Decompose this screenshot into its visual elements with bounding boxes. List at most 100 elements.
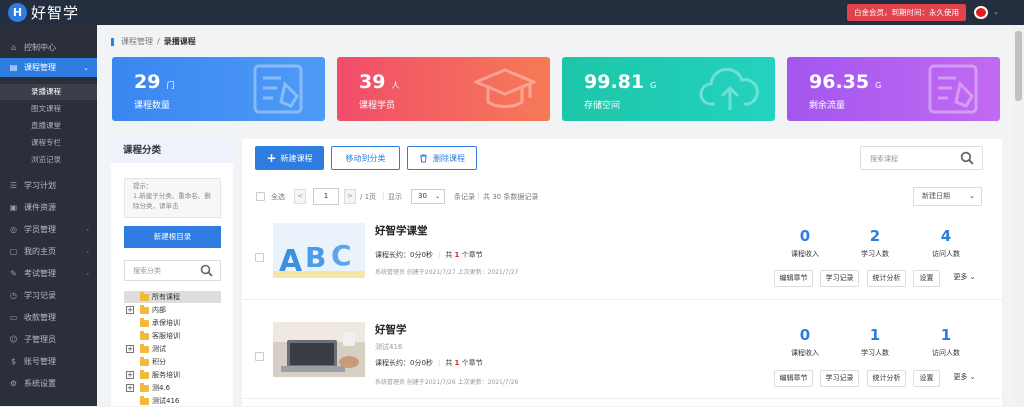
subnav-live[interactable]: 直播课堂 [0, 118, 97, 134]
course-thumbnail[interactable]: A B C [273, 223, 365, 278]
flag-icon [976, 8, 986, 17]
course-search-input[interactable]: 搜索课程 [860, 146, 983, 170]
total-records: 共 30 条数据记录 [483, 193, 539, 201]
page-input[interactable]: 1 [313, 188, 339, 205]
tree-node[interactable]: 承保培训 [124, 317, 221, 329]
subnav-history[interactable]: 浏览记录 [0, 152, 97, 168]
settings-icon: ⚙ [9, 379, 18, 388]
account-icon: $ [10, 357, 17, 366]
sidebar-item-payments[interactable]: ▭ 收款管理 [0, 308, 97, 327]
prev-page-button[interactable]: < [294, 189, 306, 204]
sidebar-item-label: 考试管理 [24, 269, 56, 278]
sidebar-item-label: 子管理员 [24, 335, 56, 344]
row-checkbox[interactable] [255, 253, 264, 262]
membership-badge[interactable]: 白金会员，到期时间：永久使用 [847, 4, 966, 21]
expand-icon[interactable]: + [126, 371, 134, 379]
more-button[interactable]: 更多 ⌄ [947, 270, 982, 287]
scrollbar-thumb[interactable] [1015, 31, 1022, 101]
move-category-button[interactable]: 移动到分类 [331, 146, 400, 170]
sidebar: ⌂ 控制中心 ▤ 课程管理 ⌄ 录播课程 图文课程 直播课堂 课程专栏 浏览记录 ☰ 学… [0, 25, 97, 406]
tip-body: 1.新建子分类、重命名、删除分类，请单击 [133, 192, 211, 210]
sidebar-item-records[interactable]: ◷ 学习记录 [0, 286, 97, 305]
edit-chapters-button[interactable]: 编辑章节 [774, 370, 813, 387]
tree-node-label: 测试 [152, 345, 166, 353]
course-info: 系统管理员 创建于2021/7/27 上次更新：2021/7/27 [375, 269, 519, 276]
stat-unit: 人 [391, 81, 400, 90]
course-row[interactable]: 好智学 测试416 课程长约：0分0秒 | 共 1 个章节 系统管理员 创建于202… [242, 319, 1002, 399]
stat-card-storage: 99.81 G 存储空间 [562, 57, 775, 121]
edit-chapters-button[interactable]: 编辑章节 [774, 270, 813, 287]
tree-node[interactable]: 测试416 [124, 395, 221, 407]
course-title[interactable]: 好智学课堂 [375, 223, 428, 238]
sidebar-item-resources[interactable]: ▣ 课件资源 [0, 198, 97, 217]
metric-learners: 1 学习人数 [845, 326, 905, 358]
course-row[interactable]: A B C 好智学课堂 课程长约：0分0秒 | 共 1 个章节 系统管理员 创建于2… [242, 220, 1002, 300]
course-thumbnail[interactable] [273, 322, 365, 377]
expand-icon[interactable]: + [126, 306, 134, 314]
new-root-dir-button[interactable]: 新建根目录 [124, 226, 221, 248]
folder-icon [140, 357, 149, 366]
tree-node[interactable]: + 内部 [124, 304, 221, 316]
stat-value: 99.81 [584, 71, 645, 93]
sidebar-item-exams[interactable]: ✎ 考试管理 ‹ [0, 264, 97, 283]
stat-unit: G [875, 81, 882, 90]
course-title[interactable]: 好智学 [375, 322, 407, 337]
course-list-panel: + 新建课程 移动到分类 删除课程 搜索课程 全选 < 1 > / 1页 | 显示… [242, 139, 1002, 406]
sidebar-item-plan[interactable]: ☰ 学习计划 [0, 176, 97, 195]
logo[interactable]: H 好智学 [8, 3, 79, 22]
chevron-down-icon: ⌄ [969, 373, 976, 381]
tree-node[interactable]: + 测试 [124, 343, 221, 355]
search-icon[interactable] [200, 264, 213, 277]
expand-icon[interactable]: + [126, 384, 134, 392]
abc-blocks-image: A B C [273, 223, 365, 278]
sidebar-item-dashboard[interactable]: ⌂ 控制中心 [0, 38, 97, 57]
statistics-button[interactable]: 统计分析 [867, 270, 906, 287]
sidebar-item-subadmins[interactable]: ☺ 子管理员 [0, 330, 97, 349]
breadcrumb-separator: / [157, 37, 160, 46]
statistics-button[interactable]: 统计分析 [867, 370, 906, 387]
sort-select[interactable]: 新建日期 ⌄ [913, 187, 982, 206]
page-size-select[interactable]: 30 ⌄ [411, 189, 445, 204]
tree-node[interactable]: + 服务培训 [124, 369, 221, 381]
metric-revenue: 0 课程收入 [775, 326, 835, 358]
metric-visitors: 4 访问人数 [916, 227, 976, 259]
sidebar-item-students[interactable]: ◎ 学员管理 ‹ [0, 220, 97, 239]
tree-node[interactable]: 积分 [124, 356, 221, 368]
payment-icon: ▭ [9, 313, 18, 322]
metric-label: 课程收入 [791, 250, 819, 258]
avatar[interactable] [974, 6, 988, 19]
chapters-count: 1 [454, 359, 460, 367]
next-page-button[interactable]: > [344, 189, 356, 204]
learning-record-button[interactable]: 学习记录 [820, 370, 859, 387]
delete-course-button[interactable]: 删除课程 [407, 146, 477, 170]
subnav-column[interactable]: 课程专栏 [0, 135, 97, 151]
metric-revenue: 0 课程收入 [775, 227, 835, 259]
expand-icon[interactable]: + [126, 345, 134, 353]
page-scrollbar[interactable] [1013, 25, 1024, 406]
more-button[interactable]: 更多 ⌄ [947, 370, 982, 387]
breadcrumb-parent[interactable]: 课程管理 [121, 36, 153, 47]
tree-node[interactable]: + 测4.6 [124, 382, 221, 394]
row-checkbox[interactable] [255, 352, 264, 361]
sidebar-item-settings[interactable]: ⚙ 系统设置 [0, 374, 97, 393]
learning-record-button[interactable]: 学习记录 [820, 270, 859, 287]
subnav-recorded[interactable]: 录播课程 [0, 84, 97, 100]
chevron-down-icon: ⌄ [969, 273, 976, 281]
breadcrumb: 课程管理 / 录播课程 [111, 36, 196, 47]
tree-node[interactable]: 所有课程 [124, 291, 221, 303]
subnav-graphic[interactable]: 图文课程 [0, 101, 97, 117]
settings-button[interactable]: 设置 [913, 370, 940, 387]
plan-icon: ☰ [9, 181, 18, 190]
tree-node[interactable]: 客服培训 [124, 330, 221, 342]
search-icon[interactable] [960, 151, 974, 165]
sidebar-item-courses[interactable]: ▤ 课程管理 ⌄ [0, 58, 97, 77]
category-search-input[interactable]: 搜索分类 [124, 260, 221, 281]
sidebar-item-homepage[interactable]: ▢ 我的主页 ‹ [0, 242, 97, 261]
course-search-placeholder: 搜索课程 [870, 155, 898, 163]
select-all-checkbox[interactable] [256, 192, 265, 201]
sidebar-item-account[interactable]: $ 账号管理 [0, 352, 97, 371]
chevron-down-icon[interactable]: ⌄ [993, 8, 999, 16]
new-course-button[interactable]: + 新建课程 [255, 146, 324, 170]
settings-button[interactable]: 设置 [913, 270, 940, 287]
svg-text:B: B [305, 241, 326, 274]
